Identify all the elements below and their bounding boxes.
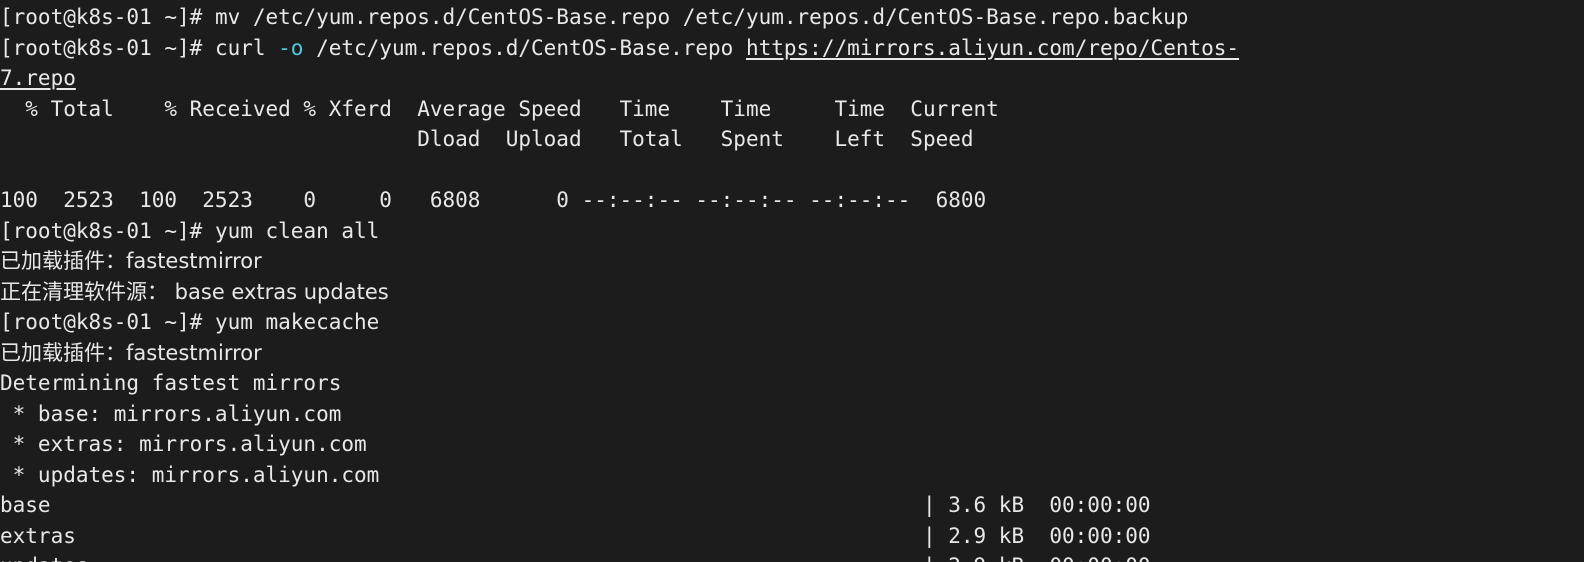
- loaded-plugins-message: 已加载插件：fastestmirror: [0, 249, 262, 273]
- terminal-line-mirror-updates: * updates: mirrors.aliyun.com: [0, 460, 1584, 491]
- loaded-plugins-message: 已加载插件：fastestmirror: [0, 340, 262, 365]
- terminal-line-curl-header-row1: % Total % Received % Xferd Average Speed…: [0, 94, 1584, 125]
- terminal-window[interactable]: [root@k8s-01 ~]# mv /etc/yum.repos.d/Cen…: [0, 0, 1584, 562]
- shell-prompt: [root@k8s-01 ~]#: [0, 35, 215, 60]
- mirror-updates-entry: * updates: mirrors.aliyun.com: [0, 462, 380, 487]
- terminal-line-loaded-plugins-1: 已加载插件：fastestmirror: [0, 246, 1584, 277]
- command-text: mv /etc/yum.repos.d/CentOS-Base.repo /et…: [214, 5, 1189, 29]
- curl-output-flag: -o: [278, 35, 304, 60]
- terminal-line-repo-updates: updates | 2.9 kB 00:00:00: [0, 551, 1584, 562]
- terminal-line-yum-clean-command: [root@k8s-01 ~]# yum clean all: [0, 216, 1584, 247]
- shell-prompt: [root@k8s-01 ~]#: [0, 5, 215, 29]
- mirror-base-entry: * base: mirrors.aliyun.com: [0, 401, 342, 426]
- terminal-line-url-wrap: 7.repo: [0, 63, 1584, 94]
- terminal-line-mv-command: [root@k8s-01 ~]# mv /etc/yum.repos.d/Cen…: [0, 2, 1584, 33]
- repo-url-link[interactable]: https://mirrors.aliyun.com/repo/Centos-: [746, 36, 1239, 60]
- shell-prompt: [root@k8s-01 ~]#: [0, 218, 215, 243]
- mirror-extras-entry: * extras: mirrors.aliyun.com: [0, 432, 367, 456]
- command-text: yum makecache: [214, 310, 380, 334]
- terminal-line-cleaning-repos: 正在清理软件源： base extras updates: [0, 277, 1584, 308]
- repo-extras-row: extras | 2.9 kB 00:00:00: [0, 523, 1214, 548]
- terminal-line-repo-extras: extras | 2.9 kB 00:00:00: [0, 521, 1584, 552]
- curl-progress-header-top: % Total % Received % Xferd Average Speed…: [0, 96, 999, 121]
- cleaning-repos-message: 正在清理软件源： base extras updates: [0, 279, 389, 304]
- command-text: curl: [214, 35, 279, 60]
- terminal-line-curl-stats: 100 2523 100 2523 0 0 6808 0 --:--:-- --…: [0, 185, 1584, 216]
- terminal-line-curl-header-row2: Dload Upload Total Spent Left Speed: [0, 124, 1584, 155]
- terminal-line-mirror-extras: * extras: mirrors.aliyun.com: [0, 429, 1584, 460]
- terminal-line-determining-mirrors: Determining fastest mirrors: [0, 368, 1584, 399]
- terminal-line-loaded-plugins-2: 已加载插件：fastestmirror: [0, 338, 1584, 369]
- terminal-line-yum-makecache-command: [root@k8s-01 ~]# yum makecache: [0, 307, 1584, 338]
- repo-base-row: base | 3.6 kB 00:00:00: [0, 493, 1214, 517]
- repo-updates-row: updates | 2.9 kB 00:00:00: [0, 554, 1214, 562]
- determining-mirrors-message: Determining fastest mirrors: [0, 371, 342, 395]
- shell-prompt: [root@k8s-01 ~]#: [0, 310, 215, 334]
- terminal-line-mirror-base: * base: mirrors.aliyun.com: [0, 399, 1584, 430]
- terminal-line-curl-command: [root@k8s-01 ~]# curl -o /etc/yum.repos.…: [0, 33, 1584, 64]
- command-text: yum clean all: [214, 218, 380, 243]
- curl-target-path: /etc/yum.repos.d/CentOS-Base.repo: [303, 35, 746, 60]
- curl-progress-values: 100 2523 100 2523 0 0 6808 0 --:--:-- --…: [0, 188, 987, 212]
- curl-progress-header-bottom: Dload Upload Total Spent Left Speed: [0, 127, 974, 151]
- repo-url-link-continued[interactable]: 7.repo: [0, 66, 76, 90]
- terminal-line-repo-base: base | 3.6 kB 00:00:00: [0, 490, 1584, 521]
